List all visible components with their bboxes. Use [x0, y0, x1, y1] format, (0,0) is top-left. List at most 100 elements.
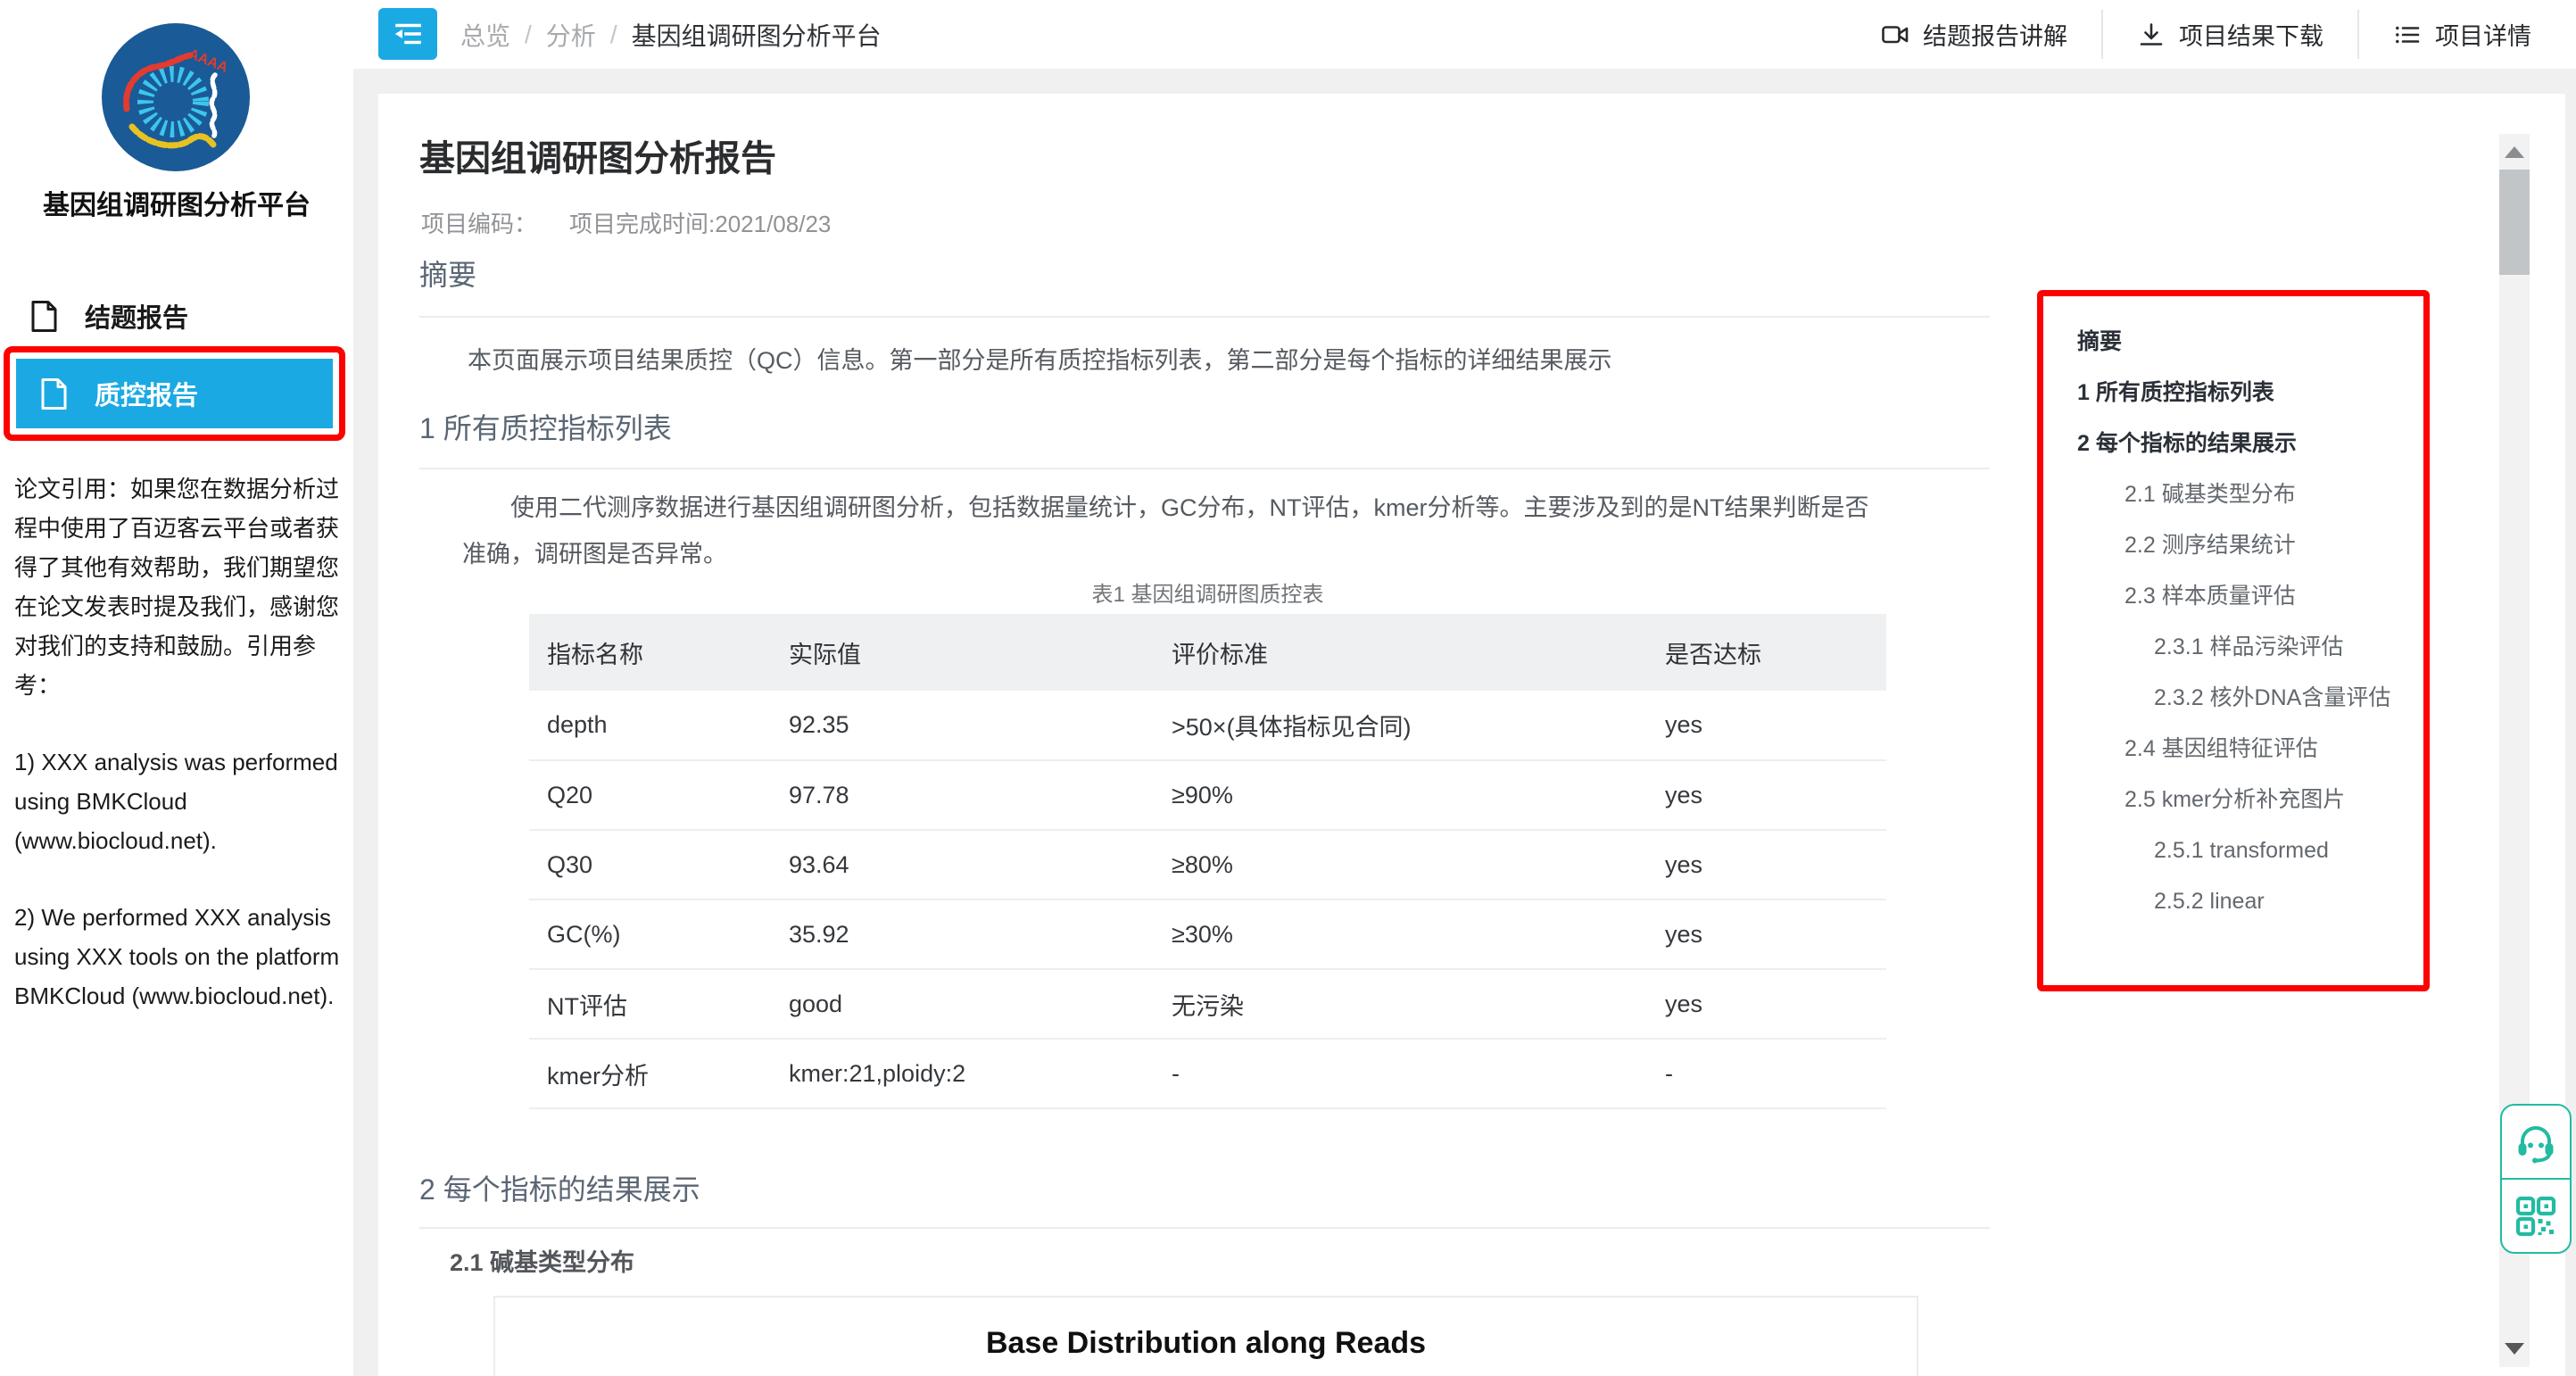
divider [419, 316, 1990, 318]
toc-item[interactable]: 2.5 kmer分析补充图片 [2077, 786, 2416, 813]
action-download-button[interactable]: 项目结果下载 [2101, 10, 2357, 59]
column-header: 是否达标 [1647, 614, 1886, 691]
action-label: 项目结果下载 [2179, 17, 2323, 52]
toc-item[interactable]: 2.1 碱基类型分布 [2077, 481, 2416, 508]
breadcrumb-separator: / [525, 21, 532, 49]
metric-standard-cell: ≥80% [1154, 830, 1647, 899]
citation-ref1: 1) XXX analysis was performed using BMKC… [14, 742, 348, 860]
collapse-menu-icon [391, 17, 425, 51]
sidebar-item-label: 质控报告 [95, 375, 198, 412]
document-icon [40, 377, 68, 410]
scrollbar-up-arrow-icon[interactable] [2505, 146, 2524, 158]
metric-standard-cell: 无污染 [1154, 969, 1647, 1039]
action-label: 项目详情 [2435, 17, 2531, 52]
scrollbar-down-arrow-icon[interactable] [2505, 1343, 2524, 1355]
project-code-label: 项目编码： [421, 206, 537, 239]
dna-logo: AAAA [100, 21, 252, 173]
sidebar-item-qc-report[interactable]: 质控报告 [16, 359, 333, 428]
sidebar: AAAA 基因组调研图分析平台 结题报告 质控报告 论文引用：如果您在数据分析过… [0, 0, 353, 1376]
metric-value-cell: 35.92 [771, 899, 1154, 969]
metric-name-cell: NT评估 [529, 969, 771, 1039]
divider [419, 1227, 1990, 1229]
table-row: NT评估good无污染yes [529, 969, 1886, 1039]
abstract-text: 本页面展示项目结果质控（QC）信息。第一部分是所有质控指标列表，第二部分是每个指… [419, 340, 1992, 381]
table-caption: 表1 基因组调研图质控表 [529, 576, 1886, 608]
video-icon [1881, 21, 1909, 49]
scrollbar-thumb[interactable] [2499, 170, 2530, 275]
sidebar-item-final-report[interactable]: 结题报告 [0, 288, 353, 344]
topbar: 总览 / 分析 / 基因组调研图分析平台 结题报告讲解 项目结果下载 项目详情 [0, 0, 2576, 69]
section1-heading: 1 所有质控指标列表 [419, 406, 672, 447]
qrcode-icon [2514, 1195, 2557, 1238]
divider [419, 468, 1990, 469]
metric-value-cell: 97.78 [771, 760, 1154, 830]
project-finish-time: 项目完成时间:2021/08/23 [569, 206, 831, 239]
metric-value-cell: kmer:21,ploidy:2 [771, 1039, 1154, 1108]
metric-name-cell: GC(%) [529, 899, 771, 969]
breadcrumb-item[interactable]: 基因组调研图分析平台 [632, 17, 882, 53]
metric-pass-cell: yes [1647, 899, 1886, 969]
platform-title: 基因组调研图分析平台 [0, 183, 353, 222]
action-list-button[interactable]: 项目详情 [2357, 10, 2533, 59]
qc-table: 指标名称实际值评价标准是否达标 depth92.35>50×(具体指标见合同)y… [529, 614, 1886, 1109]
metric-name-cell: depth [529, 691, 771, 760]
metric-value-cell: 93.64 [771, 830, 1154, 899]
toc-item[interactable]: 2.3.1 样品污染评估 [2077, 634, 2416, 660]
citation-block: 论文引用：如果您在数据分析过程中使用了百迈客云平台或者获得了其他有效帮助，我们期… [14, 469, 348, 1053]
metric-value-cell: good [771, 969, 1154, 1039]
metric-name-cell[interactable]: kmer分析 [529, 1039, 771, 1108]
table-row: kmer分析kmer:21,ploidy:2-- [529, 1039, 1886, 1108]
qc-table-header-row: 指标名称实际值评价标准是否达标 [529, 614, 1886, 691]
table-row: Q3093.64≥80%yes [529, 830, 1886, 899]
column-header: 实际值 [771, 614, 1154, 691]
sidebar-item-label: 结题报告 [85, 297, 188, 335]
metric-pass-cell: yes [1647, 830, 1886, 899]
metric-pass-cell: yes [1647, 691, 1886, 760]
column-header: 指标名称 [529, 614, 771, 691]
abstract-heading: 摘要 [419, 253, 476, 294]
citation-intro: 论文引用：如果您在数据分析过程中使用了百迈客云平台或者获得了其他有效帮助，我们期… [14, 469, 348, 705]
citation-ref2: 2) We performed XXX analysis using XXX t… [14, 898, 348, 1015]
toc-list: 摘要 1 所有质控指标列表 2 每个指标的结果展示 2.1 碱基类型分布 2.2 测序结… [2077, 328, 2416, 915]
toc-item[interactable]: 2.5.2 linear [2077, 888, 2416, 915]
toc-item[interactable]: 2.4 基因组特征评估 [2077, 735, 2416, 762]
metric-name-cell: Q20 [529, 760, 771, 830]
section1-text: 使用二代测序数据进行基因组调研图分析，包括数据量统计，GC分布，NT评估，kme… [462, 485, 1888, 577]
table-row: GC(%)35.92≥30%yes [529, 899, 1886, 969]
toc-item[interactable]: 1 所有质控指标列表 [2077, 379, 2416, 406]
metric-standard-cell: >50×(具体指标见合同) [1154, 691, 1647, 760]
metric-standard-cell: ≥30% [1154, 899, 1647, 969]
breadcrumb-item[interactable]: 分析 [546, 17, 596, 53]
toc-item[interactable]: 2.5.1 transformed [2077, 837, 2416, 864]
action-video-button[interactable]: 结题报告讲解 [1847, 10, 2101, 59]
toc-item[interactable]: 2.3.2 核外DNA含量评估 [2077, 684, 2416, 711]
metric-standard-cell: - [1154, 1039, 1647, 1108]
qrcode-button[interactable] [2502, 1180, 2570, 1252]
metric-value-cell: 92.35 [771, 691, 1154, 760]
breadcrumb-separator: / [610, 21, 617, 49]
metric-pass-cell: yes [1647, 760, 1886, 830]
headset-button[interactable] [2502, 1106, 2570, 1180]
metric-name-cell: Q30 [529, 830, 771, 899]
chart-title: Base Distribution along Reads [495, 1326, 1917, 1361]
metric-pass-cell: yes [1647, 969, 1886, 1039]
page-title: 基因组调研图分析报告 [419, 129, 776, 181]
headset-icon [2514, 1121, 2557, 1164]
toc-panel: 摘要 1 所有质控指标列表 2 每个指标的结果展示 2.1 碱基类型分布 2.2 测序结… [2037, 290, 2430, 991]
float-widget [2500, 1104, 2572, 1254]
collapse-menu-button[interactable] [378, 8, 437, 60]
toc-item[interactable]: 2 每个指标的结果展示 [2077, 430, 2416, 457]
toc-item[interactable]: 2.3 样本质量评估 [2077, 583, 2416, 609]
breadcrumb-item[interactable]: 总览 [460, 17, 510, 53]
list-icon [2393, 21, 2422, 49]
base-distribution-chart-box: Base Distribution along Reads [493, 1296, 1918, 1376]
action-label: 结题报告讲解 [1923, 17, 2067, 52]
table-row: depth92.35>50×(具体指标见合同)yes [529, 691, 1886, 760]
download-icon [2137, 21, 2166, 49]
toc-item[interactable]: 2.2 测序结果统计 [2077, 532, 2416, 559]
breadcrumb: 总览 / 分析 / 基因组调研图分析平台 [460, 0, 882, 69]
document-icon [30, 300, 58, 333]
toc-item[interactable]: 摘要 [2077, 328, 2416, 355]
column-header: 评价标准 [1154, 614, 1647, 691]
report-meta: 项目编码： 项目完成时间:2021/08/23 [421, 206, 831, 239]
